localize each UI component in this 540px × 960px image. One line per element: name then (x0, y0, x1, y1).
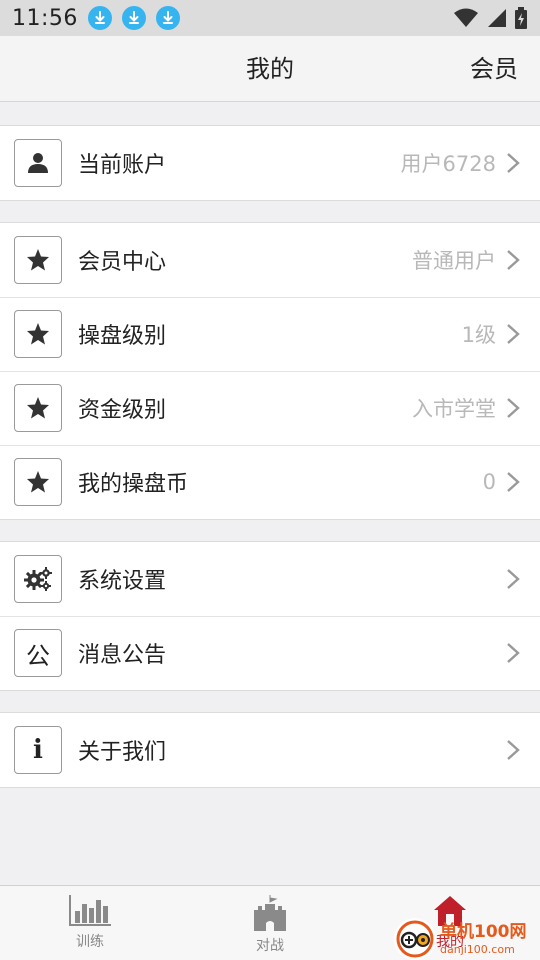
chevron-right-icon (507, 740, 520, 760)
my-coins-row[interactable]: 我的操盘币 0 (0, 445, 540, 519)
chevron-right-icon (507, 472, 520, 492)
nav-battle[interactable]: 对战 (180, 886, 360, 960)
status-time: 11:56 (12, 5, 78, 31)
about-us-row[interactable]: i 关于我们 (0, 713, 540, 787)
star-icon (14, 236, 62, 284)
chevron-right-icon (507, 250, 520, 270)
vip-button[interactable]: 会员 (470, 36, 518, 102)
about-group: i 关于我们 (0, 712, 540, 788)
chevron-right-icon (507, 324, 520, 344)
announcements-row[interactable]: 公 消息公告 (0, 616, 540, 690)
row-label: 关于我们 (78, 740, 167, 765)
star-icon (14, 384, 62, 432)
system-settings-row[interactable]: 系统设置 (0, 542, 540, 616)
row-label: 我的操盘币 (78, 472, 189, 497)
watermark-name: 单机100网 (440, 921, 527, 942)
top-header: 我的 会员 (0, 36, 540, 102)
vip-center-row[interactable]: 会员中心 普通用户 (0, 223, 540, 297)
row-label: 操盘级别 (78, 324, 167, 349)
row-value: 1级 (461, 323, 496, 347)
bar-chart-icon (69, 895, 111, 926)
trading-level-row[interactable]: 操盘级别 1级 (0, 297, 540, 371)
fund-level-row[interactable]: 资金级别 入市学堂 (0, 371, 540, 445)
download-notification-icon (121, 6, 146, 30)
info-icon: i (14, 726, 62, 774)
row-value: 用户6728 (400, 152, 496, 176)
row-label: 当前账户 (78, 153, 167, 178)
row-label: 会员中心 (78, 250, 167, 275)
chevron-right-icon (507, 398, 520, 418)
watermark: 单机100网 danji100.com (394, 918, 540, 960)
row-value: 普通用户 (412, 249, 496, 273)
download-notification-icon (87, 6, 112, 30)
castle-icon (254, 895, 286, 931)
star-icon (14, 310, 62, 358)
watermark-url: danji100.com (440, 942, 515, 956)
row-label: 资金级别 (78, 398, 167, 423)
settings-group: 系统设置 公 消息公告 (0, 541, 540, 691)
row-label: 消息公告 (78, 643, 167, 668)
gears-icon (14, 555, 62, 603)
chevron-right-icon (507, 569, 520, 589)
announcement-glyph: 公 (26, 641, 50, 670)
star-icon (14, 458, 62, 506)
row-label: 系统设置 (78, 569, 167, 594)
nav-label: 对战 (256, 938, 284, 954)
battery-icon (515, 7, 527, 29)
current-account-row[interactable]: 当前账户 用户6728 (0, 126, 540, 200)
announcement-icon: 公 (14, 629, 62, 677)
watermark-logo-icon (394, 918, 436, 960)
chevron-right-icon (507, 153, 520, 173)
account-group: 当前账户 用户6728 (0, 125, 540, 201)
nav-training[interactable]: 训练 (0, 886, 180, 960)
chevron-right-icon (507, 643, 520, 663)
membership-group: 会员中心 普通用户 操盘级别 1级 资金级别 入市学堂 我的操盘币 0 (0, 222, 540, 520)
signal-icon (488, 9, 506, 27)
wifi-icon (454, 8, 478, 27)
row-value: 入市学堂 (412, 397, 496, 421)
user-icon (14, 139, 62, 187)
row-value: 0 (482, 470, 496, 494)
nav-label: 训练 (76, 934, 104, 950)
page-title: 我的 (246, 55, 294, 83)
status-bar: 11:56 (0, 0, 540, 36)
download-notification-icon (155, 6, 180, 30)
